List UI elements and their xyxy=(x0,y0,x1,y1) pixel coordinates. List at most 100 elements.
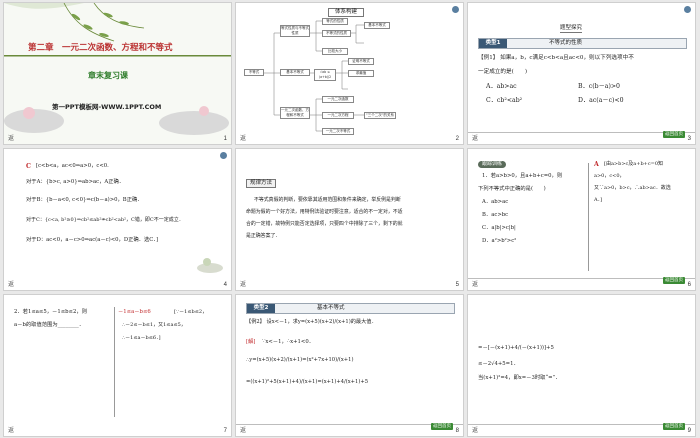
option-b: B．c(b－a)>0 xyxy=(578,83,620,90)
question-text: a－b的取值范围为________． xyxy=(14,322,85,328)
footer-mark: 返 xyxy=(8,428,15,434)
footer-mark: 返 xyxy=(472,282,479,288)
mind-map-node: 等式性质与不等式性质 xyxy=(280,25,310,37)
slide-thumbnail-3[interactable]: 题型探究 类型1 不等式的性质 【例1】 如果a，b，c满足c<b<a且ac<0… xyxy=(468,3,695,144)
example-text: 【例2】 设x<－1，求y=(x+5)(x+2)/(x+1)的最大值． xyxy=(246,319,377,325)
solution-line: [∵－1≤b≤2， xyxy=(174,309,208,315)
option-c: C．cb²<ab² xyxy=(486,97,523,104)
slide-thumbnail-1[interactable]: 第二章 一元二次函数、方程和不等式 章末复习课 第一PPT模板网-WWW.1PP… xyxy=(4,3,231,144)
example-text: 【例1】 如果a，b，c满足c<b<a且ac<0，则以下列选项中不 xyxy=(478,55,634,61)
answer-text: －1≤a－b≤6 xyxy=(118,309,151,315)
decor-flower-icon xyxy=(197,258,223,273)
mind-map-leaf: “三个二次”的关系 xyxy=(364,112,396,119)
method-text-line: 不等式真假的判断，要依靠其适用范围和条件来确定，举反例是判断 xyxy=(254,197,401,203)
category-title: 基本不等式 xyxy=(317,305,345,311)
slide-number: 9 xyxy=(687,428,691,434)
mind-map-leaf: 一元二次不等式 xyxy=(322,128,354,135)
solution-line: =－[－(x+1)+4/(－(x+1))]+5 xyxy=(478,345,554,351)
answer-letter: C xyxy=(26,163,31,170)
footer-divider xyxy=(468,278,695,279)
slide-thumbnail-4[interactable]: C [c<b<a，ac<0⇒a>0，c<0. 对于A：{b>c, a>0}⇒ab… xyxy=(4,149,231,290)
option-a: A．ab>ac xyxy=(486,83,517,90)
footer-divider xyxy=(236,424,463,425)
footer-mark: 返 xyxy=(472,428,479,434)
slide-thumbnail-2[interactable]: 体系构建 不等式 等式性质与不等式性质 基本不等式 一元二次函数、方程和不等式 … xyxy=(236,3,463,144)
footer-mark: 返 xyxy=(472,136,479,142)
method-text-line: 是正确答案了． xyxy=(246,233,281,239)
solution-line: 对于D：ac<0，a－c>0⇒ac(a－c)<0，D正确．选C．] xyxy=(26,237,159,243)
option-a: A．ab>ac xyxy=(482,199,509,205)
footer-mark: 返 xyxy=(240,136,247,142)
column-divider xyxy=(588,163,589,271)
mind-map-leaf: 等式的性质 xyxy=(322,18,348,25)
category-tag: 类型2 xyxy=(247,304,275,313)
footer-divider xyxy=(468,132,695,133)
category-bar: 类型2 基本不等式 xyxy=(246,303,455,314)
back-to-home-button[interactable]: 返回首页 xyxy=(431,423,453,430)
footer-divider xyxy=(468,424,695,425)
slide-thumbnail-6[interactable]: 跟踪训练 1．若a>b>0，且a+b+c=0，则 下列不等式中正确的是( ) A… xyxy=(468,149,695,290)
chapter-title: 第二章 一元二次函数、方程和不等式 xyxy=(28,43,173,53)
solution-line: A．] xyxy=(594,197,603,203)
back-to-home-button[interactable]: 返回首页 xyxy=(663,131,685,138)
solution-line: ∵x<－1，∴x+1<0． xyxy=(262,339,315,345)
slide-number: 8 xyxy=(455,428,459,434)
solution-line: ∴y=(x+5)(x+2)/(x+1)=(x²+7x+10)/(x+1) xyxy=(246,357,354,363)
slide-thumbnail-9[interactable]: =－[－(x+1)+4/(－(x+1))]+5 ≤－2√4+5=1． 当(x+1… xyxy=(468,295,695,436)
back-to-home-button[interactable]: 返回首页 xyxy=(663,277,685,284)
solution-line: 对于C：{c<a, b²≥0}⇒cb²≤ab²⇏cb²<ab²，C错，即C不一定… xyxy=(26,217,184,223)
category-title: 不等式的性质 xyxy=(549,40,583,46)
method-tag: 规律方法 xyxy=(246,179,277,189)
example-text: 一定成立的是( ) xyxy=(478,69,528,75)
method-text-line: 命题为假的一个好方法，用特例法验证时要注意，适合的不一定对，不适 xyxy=(246,209,403,215)
category-tag: 类型1 xyxy=(479,39,507,48)
mind-map-leaf: 一元二次函数 xyxy=(322,96,354,103)
solution-line: [由a>b>c及a+b+c=0知 xyxy=(604,161,664,167)
section-heading: 题型探究 xyxy=(560,25,583,34)
back-to-home-button[interactable]: 返回首页 xyxy=(663,423,685,430)
slide-number: 1 xyxy=(223,136,227,142)
solution-line: 对于B：{b－a<0, c<0}⇒c(b－a)>0，B正确． xyxy=(26,197,143,203)
solution-line: [c<b<a，ac<0⇒a>0，c<0. xyxy=(36,163,109,169)
mind-map-leaf: 证明不等式 xyxy=(348,58,374,65)
slide-thumbnail-8[interactable]: 类型2 基本不等式 【例2】 设x<－1，求y=(x+5)(x+2)/(x+1)… xyxy=(236,295,463,436)
mind-map-leaf: 求最值 xyxy=(348,70,374,77)
mind-map-node: 一元二次函数、方程和不等式 xyxy=(280,107,310,119)
question-text: 2．若1≤a≤5，－1≤b≤2，则 xyxy=(14,309,87,315)
question-text: 下列不等式中正确的是( ) xyxy=(478,186,546,192)
question-text: 1．若a>b>0，且a+b+c=0，则 xyxy=(482,173,563,179)
solution-line: 当(x+1)²=4，即x=－3时取“=”． xyxy=(478,375,561,381)
slide-thumbnail-5[interactable]: 规律方法 不等式真假的判断，要依靠其适用范围和条件来确定，举反例是判断 命题为假… xyxy=(236,149,463,290)
column-divider xyxy=(114,307,115,417)
category-bar: 类型1 不等式的性质 xyxy=(478,38,687,49)
option-d: D．ac(a－c)<0 xyxy=(578,97,624,104)
footer-link[interactable]: 第一PPT模板网-WWW.1PPT.COM xyxy=(52,103,161,112)
footer-mark: 返 xyxy=(8,282,15,288)
slide-number: 5 xyxy=(455,282,459,288)
slide-badge-icon xyxy=(684,6,691,13)
slide-subtitle: 章末复习课 xyxy=(88,71,128,80)
mind-map-leaf: 基本不等式 xyxy=(364,22,390,29)
slide-badge-icon xyxy=(220,152,227,159)
method-text-line: 合的一定错，故特例只能否定选择项，只要四个中排除了三个，剩下的就 xyxy=(246,221,403,227)
mind-map-root: 不等式 xyxy=(244,69,264,76)
solution-line: ≤－2√4+5=1． xyxy=(478,361,519,367)
mind-map-node: 基本不等式 xyxy=(280,69,310,76)
option-d: D．a²>b²>c² xyxy=(482,238,517,244)
footer-mark: 返 xyxy=(240,428,247,434)
solution-tag: [解] xyxy=(246,339,256,345)
mind-map-leaf: 比较大小 xyxy=(322,48,348,55)
solution-line: =((x+1)²+5(x+1)+4)/(x+1)=(x+1)+4/(x+1)+5 xyxy=(246,379,369,385)
footer-mark: 返 xyxy=(8,136,15,142)
mind-map-leaf: 不等式的性质 xyxy=(322,30,351,37)
slide-number: 2 xyxy=(455,136,459,142)
answer-letter: A xyxy=(594,161,599,168)
option-b: B．ac>bc xyxy=(482,212,509,218)
solution-line: 对于A：{b>c, a>0}⇒ab>ac，A正确． xyxy=(26,179,125,185)
footer-mark: 返 xyxy=(240,282,247,288)
slide-thumbnail-7[interactable]: 2．若1≤a≤5，－1≤b≤2，则 a－b的取值范围为________． －1≤… xyxy=(4,295,231,436)
slide-number: 4 xyxy=(223,282,227,288)
slide-number: 6 xyxy=(687,282,691,288)
slide-number: 3 xyxy=(687,136,691,142)
mind-map-leaf: 一元二次方程 xyxy=(322,112,354,119)
